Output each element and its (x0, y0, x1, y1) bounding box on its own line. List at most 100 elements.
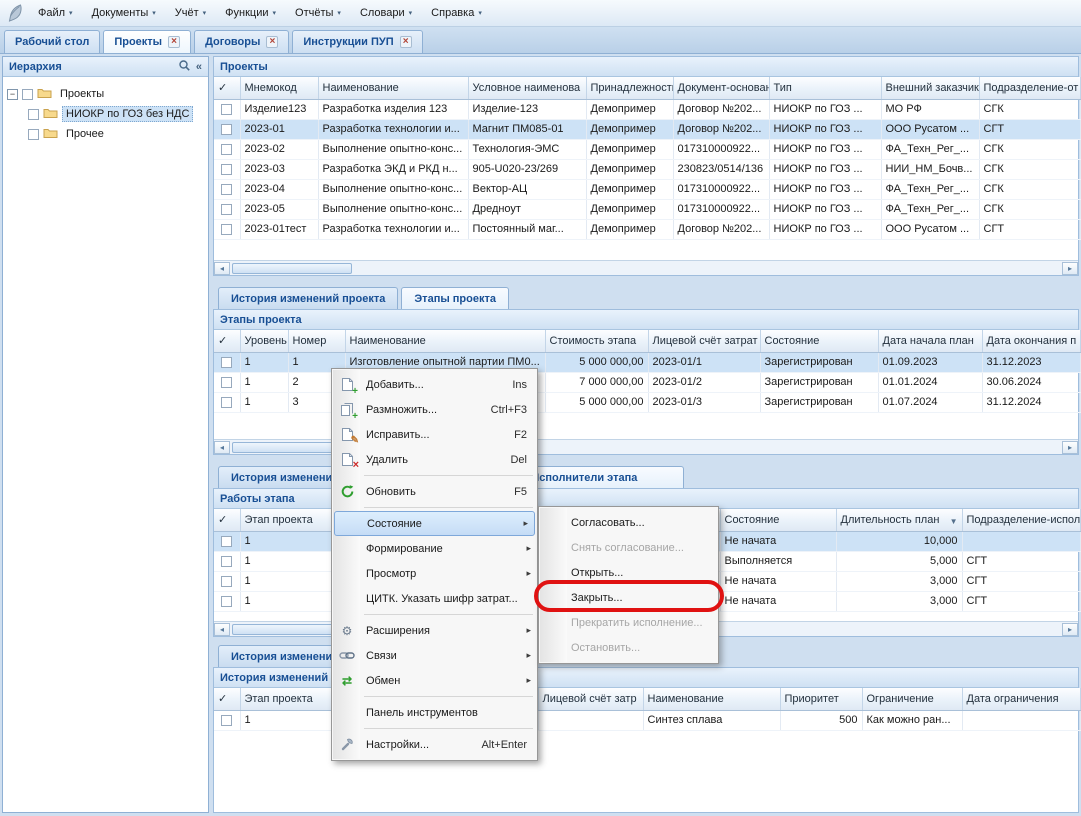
row-checkbox[interactable] (221, 357, 232, 368)
horizontal-scrollbar[interactable]: ◂ ▸ (214, 260, 1078, 275)
column-header-name[interactable]: Наименование (345, 330, 545, 352)
close-icon[interactable]: × (400, 36, 412, 48)
menu-item-reports[interactable]: Отчёты▾ (286, 3, 350, 23)
column-header-stage-cost[interactable]: Стоимость этапа (545, 330, 648, 352)
tab-instructions-pup[interactable]: Инструкции ПУП× (292, 30, 422, 53)
row-checkbox[interactable] (221, 124, 232, 135)
row-checkbox[interactable] (221, 164, 232, 175)
close-icon[interactable]: × (168, 36, 180, 48)
row-checkbox[interactable] (221, 184, 232, 195)
column-header-type[interactable]: Тип (769, 77, 881, 99)
table-row-selected[interactable]: 2023-01Разработка технологии и...Магнит … (214, 119, 1080, 139)
check-column-header[interactable]: ✓ (214, 77, 240, 99)
tree-checkbox[interactable] (28, 109, 39, 120)
row-checkbox[interactable] (221, 596, 232, 607)
row-checkbox[interactable] (221, 377, 232, 388)
scroll-right-icon[interactable]: ▸ (1062, 262, 1078, 275)
tree-node-other[interactable]: Прочее (7, 124, 204, 144)
menu-item-accounting[interactable]: Учёт▾ (166, 3, 215, 23)
table-row[interactable]: Изделие123Разработка изделия 123Изделие-… (214, 99, 1080, 119)
collapse-panel-icon[interactable]: « (196, 61, 202, 73)
context-menu-item-settings[interactable]: Настройки... Alt+Enter (332, 732, 537, 757)
menu-item-documents[interactable]: Документы▾ (83, 3, 165, 23)
column-header-executor-department[interactable]: Подразделение-исполн (962, 509, 1080, 531)
context-menu-item-state[interactable]: Состояние ▸ (334, 511, 535, 536)
context-menu-item-extensions[interactable]: ⚙ Расширения ▸ (332, 618, 537, 643)
tree-node-niokr-goz[interactable]: НИОКР по ГОЗ без НДС (7, 104, 204, 124)
column-header-plan-duration[interactable]: ▼Длительность план (836, 509, 962, 531)
table-row[interactable]: 2023-05Выполнение опытно-конс...Дредноут… (214, 199, 1080, 219)
sort-icon[interactable]: ▼ (950, 517, 958, 526)
tree-node-projects[interactable]: − Проекты (7, 84, 204, 104)
row-checkbox[interactable] (221, 104, 232, 115)
column-header-mnemocode[interactable]: Мнемокод (240, 77, 318, 99)
scroll-right-icon[interactable]: ▸ (1062, 441, 1078, 454)
menu-item-functions[interactable]: Функции▾ (216, 3, 285, 23)
scroll-right-icon[interactable]: ▸ (1062, 623, 1078, 636)
check-column-header[interactable]: ✓ (214, 688, 240, 710)
find-icon[interactable] (178, 59, 191, 75)
row-checkbox[interactable] (221, 556, 232, 567)
collapse-node-icon[interactable]: − (7, 89, 18, 100)
column-header-department[interactable]: Подразделение-от (979, 77, 1080, 99)
table-row[interactable]: 2023-01тестРазработка технологии и...Пос… (214, 219, 1080, 239)
column-header-conditional-name[interactable]: Условное наименова (468, 77, 586, 99)
column-header-cost-account[interactable]: Лицевой счёт затр (538, 688, 643, 710)
scrollbar-thumb[interactable] (232, 263, 352, 274)
column-header-plan-start[interactable]: Дата начала план (878, 330, 982, 352)
column-header-cost-account[interactable]: Лицевой счёт затрат (648, 330, 760, 352)
column-header-name[interactable]: Наименование (643, 688, 780, 710)
submenu-item-approve[interactable]: Согласовать... (539, 510, 718, 535)
column-header-name[interactable]: Наименование (318, 77, 468, 99)
column-header-constraint-date[interactable]: Дата ограничения (962, 688, 1080, 710)
column-header-state[interactable]: Состояние (760, 330, 878, 352)
row-checkbox[interactable] (221, 536, 232, 547)
row-checkbox[interactable] (221, 144, 232, 155)
tab-project-change-history[interactable]: История изменений проекта (218, 287, 398, 309)
scroll-left-icon[interactable]: ◂ (214, 623, 230, 636)
row-checkbox[interactable] (221, 715, 232, 726)
check-column-header[interactable]: ✓ (214, 330, 240, 352)
row-checkbox[interactable] (221, 576, 232, 587)
context-menu-item-refresh[interactable]: Обновить F5 (332, 479, 537, 504)
column-header-plan-end[interactable]: Дата окончания п (982, 330, 1080, 352)
table-row[interactable]: 2023-03Разработка ЭКД и РКД н...905-U020… (214, 159, 1080, 179)
tab-desktop[interactable]: Рабочий стол (4, 30, 100, 53)
context-menu-item-formation[interactable]: Формирование ▸ (332, 536, 537, 561)
context-menu-item-view[interactable]: Просмотр ▸ (332, 561, 537, 586)
row-checkbox[interactable] (221, 397, 232, 408)
column-header-priority[interactable]: Приоритет (780, 688, 862, 710)
context-menu-item-duplicate[interactable]: + Размножить... Ctrl+F3 (332, 397, 537, 422)
row-checkbox[interactable] (221, 204, 232, 215)
context-menu-item-exchange[interactable]: ⇄ Обмен ▸ (332, 668, 537, 693)
menu-item-file[interactable]: Файл▾ (29, 3, 82, 23)
column-header-constraint[interactable]: Ограничение (862, 688, 962, 710)
check-column-header[interactable]: ✓ (214, 509, 240, 531)
table-row[interactable]: 2023-02Выполнение опытно-конс...Технолог… (214, 139, 1080, 159)
column-header-base-document[interactable]: Документ-основан (673, 77, 769, 99)
scroll-left-icon[interactable]: ◂ (214, 441, 230, 454)
tab-project-stages[interactable]: Этапы проекта (401, 287, 509, 309)
context-menu-item-toolbar[interactable]: Панель инструментов (332, 700, 537, 725)
table-row[interactable]: 2023-04Выполнение опытно-конс...Вектор-А… (214, 179, 1080, 199)
column-header-belonging[interactable]: Принадлежность (586, 77, 673, 99)
context-menu-item-links[interactable]: Связи ▸ (332, 643, 537, 668)
row-checkbox[interactable] (221, 224, 232, 235)
column-header-state[interactable]: Состояние (720, 509, 836, 531)
close-icon[interactable]: × (266, 36, 278, 48)
column-header-external-customer[interactable]: Внешний заказчик (881, 77, 979, 99)
column-header-project-stage[interactable]: Этап проекта (240, 688, 332, 710)
column-header-project-stage[interactable]: Этап проекта (240, 509, 332, 531)
column-header-number[interactable]: Номер (288, 330, 345, 352)
context-menu-item-citk-cost-code[interactable]: ЦИТК. Указать шифр затрат... (332, 586, 537, 611)
menu-item-help[interactable]: Справка▾ (422, 3, 491, 23)
context-menu-item-edit[interactable]: ✎ Исправить... F2 (332, 422, 537, 447)
scroll-left-icon[interactable]: ◂ (214, 262, 230, 275)
context-menu-item-add[interactable]: + Добавить... Ins (332, 372, 537, 397)
context-menu-item-delete[interactable]: × Удалить Del (332, 447, 537, 472)
tab-projects[interactable]: Проекты× (103, 30, 191, 53)
menu-item-dictionaries[interactable]: Словари▾ (351, 3, 421, 23)
tree-checkbox[interactable] (28, 129, 39, 140)
tree-checkbox[interactable] (22, 89, 33, 100)
column-header-level[interactable]: Уровень (240, 330, 288, 352)
